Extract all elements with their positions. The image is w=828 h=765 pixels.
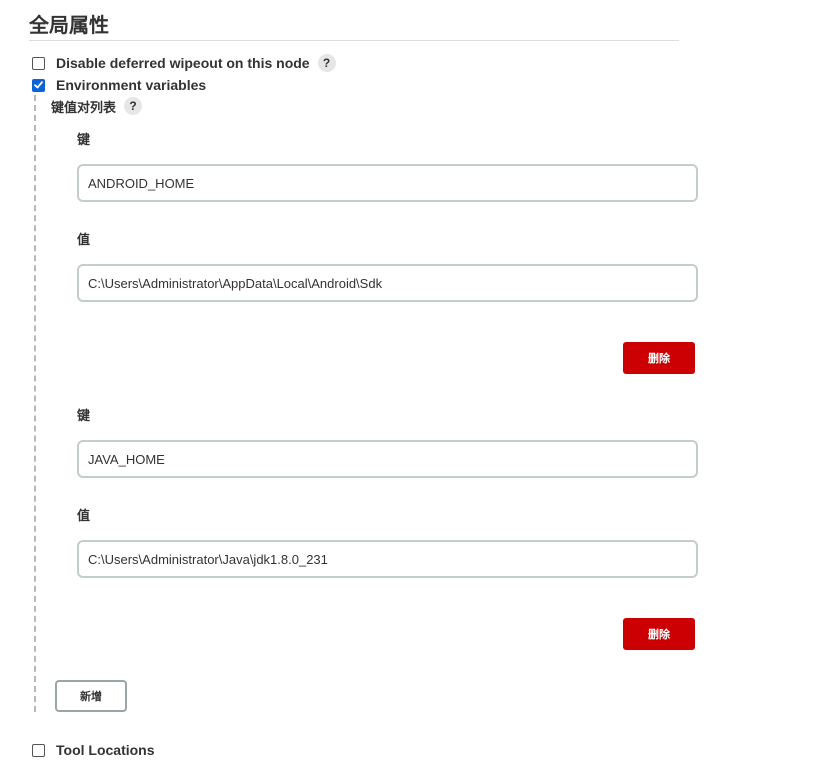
delete-button[interactable]: 删除 <box>623 618 695 650</box>
checkmark-icon <box>34 81 43 89</box>
section-title: 全局属性 <box>29 13 109 37</box>
disable-wipeout-label[interactable]: Disable deferred wipeout on this node <box>56 55 310 71</box>
env-vars-checkbox[interactable] <box>32 78 45 92</box>
key-input[interactable] <box>77 440 698 478</box>
disable-wipeout-checkbox[interactable] <box>32 56 45 70</box>
kv-list-help-icon[interactable]: ? <box>124 97 143 115</box>
kv-list-title: 键值对列表 <box>51 100 117 116</box>
env-vars-label[interactable]: Environment variables <box>56 77 206 93</box>
add-button[interactable]: 新增 <box>55 680 127 712</box>
nested-section-indicator <box>34 95 36 712</box>
value-label: 值 <box>77 233 91 248</box>
kv-list-header: 键值对列表 ? <box>51 96 143 116</box>
key-label: 键 <box>77 409 91 424</box>
disable-wipeout-option: Disable deferred wipeout on this node ? <box>32 53 336 73</box>
title-divider <box>29 40 679 41</box>
env-vars-option: Environment variables <box>32 75 206 95</box>
value-input[interactable] <box>77 540 698 578</box>
tool-locations-label[interactable]: Tool Locations <box>56 742 155 758</box>
tool-locations-checkbox[interactable] <box>32 743 45 757</box>
key-label: 键 <box>77 133 91 148</box>
value-label: 值 <box>77 509 91 524</box>
delete-button[interactable]: 删除 <box>623 342 695 374</box>
tool-locations-option: Tool Locations <box>32 740 155 760</box>
disable-wipeout-help-icon[interactable]: ? <box>317 54 336 72</box>
key-input[interactable] <box>77 164 698 202</box>
value-input[interactable] <box>77 264 698 302</box>
